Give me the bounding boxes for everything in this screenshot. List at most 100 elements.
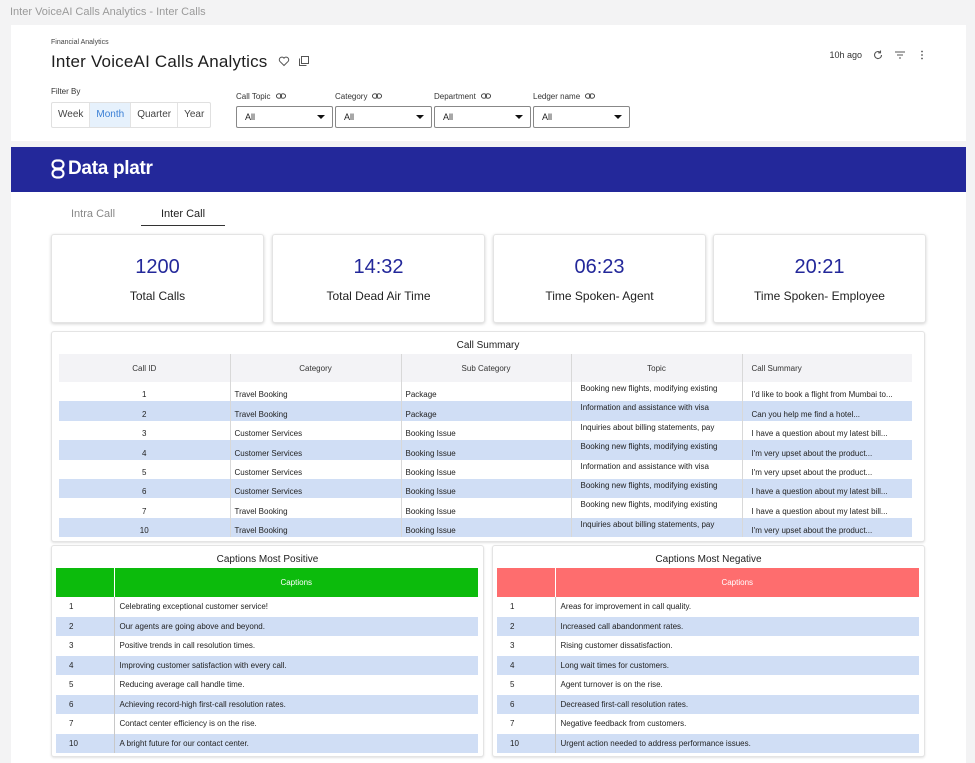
caption-row[interactable]: 5 Agent turnover is on the rise. xyxy=(497,675,919,695)
caption-rank: 6 xyxy=(497,694,555,714)
ledger-name-dropdown[interactable]: All xyxy=(533,106,630,128)
period-week[interactable]: Week xyxy=(52,103,91,127)
table-row[interactable]: 2 Travel Booking Package Information and as… xyxy=(59,401,912,421)
dashboard-header: Financial Analytics Inter VoiceAI Calls … xyxy=(11,25,966,141)
heart-icon[interactable] xyxy=(278,55,290,67)
period-year[interactable]: Year xyxy=(178,103,210,127)
filter-icon[interactable] xyxy=(894,49,906,61)
column-header[interactable]: Call ID xyxy=(59,354,231,382)
caption-row[interactable]: 2 Increased call abandonment rates. xyxy=(497,616,919,636)
kpi-card: 1200 Total Calls xyxy=(51,234,264,323)
caption-rank: 3 xyxy=(69,641,74,651)
table-cell: I'm very upset about the product... xyxy=(742,440,912,460)
caption-row[interactable]: 1 Areas for improvement in call quality. xyxy=(497,597,919,617)
caption-rank: 5 xyxy=(69,680,74,690)
table-cell: Travel Booking xyxy=(230,517,402,538)
caption-row[interactable]: 7 Contact center efficiency is on the ris… xyxy=(56,714,478,734)
table-cell: 2 xyxy=(59,401,231,421)
caption-text: Reducing average call handle time. xyxy=(113,675,478,695)
caption-row[interactable]: 10 A bright future for our contact center… xyxy=(56,733,478,753)
column-header[interactable]: Topic xyxy=(571,354,743,382)
table-row[interactable]: 6 Customer Services Booking Issue Booking n… xyxy=(59,478,912,499)
column-header[interactable]: Captions xyxy=(554,568,919,597)
table-row[interactable]: 5 Customer Services Booking Issue Informati… xyxy=(59,459,912,479)
table-cell: I'm very upset about the product... xyxy=(751,467,873,477)
caption-rank: 1 xyxy=(69,602,74,612)
more-options-icon[interactable] xyxy=(916,49,928,61)
column-header[interactable]: Captions xyxy=(113,568,478,597)
link-icon[interactable] xyxy=(585,93,596,99)
table-cell: 4 xyxy=(59,440,231,460)
column-header[interactable]: Sub Category xyxy=(401,354,572,382)
caption-row[interactable]: 4 Long wait times for customers. xyxy=(497,655,919,675)
department-label: Department xyxy=(434,91,476,101)
category-dropdown[interactable]: All xyxy=(335,106,432,128)
table-row[interactable]: 4 Customer Services Booking Issue Booking n… xyxy=(59,440,912,460)
table-cell: Package xyxy=(401,382,572,402)
caption-text: Negative feedback from customers. xyxy=(554,714,919,734)
link-icon[interactable] xyxy=(275,93,286,99)
department-dropdown[interactable]: All xyxy=(434,106,531,128)
kpi-value: 14:32 xyxy=(353,256,404,278)
table-cell: Booking Issue xyxy=(401,498,572,518)
table-cell: Can you help me find a hotel... xyxy=(742,401,912,421)
table-cell: Information and assistance with visa xyxy=(571,401,743,421)
table-cell: I'd like to book a flight from Mumbai to… xyxy=(751,390,893,400)
caption-row[interactable]: 6 Achieving record-high first-call resolu… xyxy=(56,694,478,714)
positive-captions-panel: Captions Most Positive Captions 1 Celebra… xyxy=(51,545,484,757)
caption-text: Contact center efficiency is on the rise… xyxy=(113,714,478,734)
caret-down-icon xyxy=(614,115,622,119)
column-header[interactable]: Category xyxy=(230,354,402,382)
period-month[interactable]: Month xyxy=(90,103,132,127)
period-quarter[interactable]: Quarter xyxy=(131,103,179,127)
category-label: Category xyxy=(335,91,368,101)
table-row[interactable]: 10 Travel Booking Booking Issue Inquiries a… xyxy=(59,517,912,538)
caption-row[interactable]: 3 Rising customer dissatisfaction. xyxy=(497,636,919,656)
refresh-icon[interactable] xyxy=(872,49,884,61)
caption-row[interactable]: 4 Improving customer satisfaction with ev… xyxy=(56,655,478,675)
table-row[interactable]: 1 Travel Booking Package Booking new flight… xyxy=(59,382,912,402)
link-icon[interactable] xyxy=(480,93,491,99)
caption-rank: 7 xyxy=(510,719,515,729)
call-topic-dropdown[interactable]: All xyxy=(236,106,333,128)
table-cell: Customer Services xyxy=(230,420,402,441)
caption-text: A bright future for our contact center. xyxy=(113,733,478,753)
caption-row[interactable]: 2 Our agents are going above and beyond. xyxy=(56,616,478,636)
call-summary-title: Call Summary xyxy=(456,340,520,351)
department-value: All xyxy=(443,112,454,122)
caption-row[interactable]: 6 Decreased first-call resolution rates. xyxy=(497,694,919,714)
ledger-name-value: All xyxy=(542,112,553,122)
caption-row[interactable]: 7 Negative feedback from customers. xyxy=(497,714,919,734)
table-row[interactable]: 3 Customer Services Booking Issue Inquiries… xyxy=(59,420,912,441)
table-cell: I have a question about my latest bill..… xyxy=(751,506,888,516)
main-content: Intra Call Inter Call 1200 Total Calls 1… xyxy=(11,192,966,763)
caption-rank: 2 xyxy=(497,616,555,636)
tab-inter-call[interactable]: Inter Call xyxy=(141,208,226,226)
caption-text: Increased call abandonment rates. xyxy=(554,616,919,636)
tab-intra-call[interactable]: Intra Call xyxy=(71,208,115,220)
caption-rank: 1 xyxy=(510,602,515,612)
caption-rank: 4 xyxy=(497,655,555,675)
breadcrumb[interactable]: Financial Analytics xyxy=(51,39,109,46)
kpi-card: 20:21 Time Spoken- Employee xyxy=(713,234,926,323)
caption-rank: 2 xyxy=(56,616,114,636)
table-cell: 6 xyxy=(59,478,231,499)
copy-icon[interactable] xyxy=(298,55,310,67)
table-row[interactable]: 7 Travel Booking Booking Issue Booking new … xyxy=(59,498,912,518)
table-cell: Information and assistance with visa xyxy=(571,459,743,479)
table-cell: I'm very upset about the product... xyxy=(742,517,912,538)
column-header[interactable]: Call Summary xyxy=(742,354,912,382)
ledger-name-label: Ledger name xyxy=(533,91,581,101)
caption-row[interactable]: 5 Reducing average call handle time. xyxy=(56,675,478,695)
caption-text: Areas for improvement in call quality. xyxy=(554,597,919,617)
table-cell: Customer Services xyxy=(230,459,402,479)
caption-text: Our agents are going above and beyond. xyxy=(113,616,478,636)
caption-row[interactable]: 3 Positive trends in call resolution time… xyxy=(56,636,478,656)
caption-row[interactable]: 10 Urgent action needed to address perfor… xyxy=(497,733,919,753)
table-cell: I have a question about my latest bill..… xyxy=(742,478,912,499)
caption-row[interactable]: 1 Celebrating exceptional customer servic… xyxy=(56,597,478,617)
caption-rank: 10 xyxy=(56,733,114,753)
link-icon[interactable] xyxy=(372,93,383,99)
call-summary-table: Call ID Category Sub Category Topic Call… xyxy=(59,354,912,538)
header-tools: 10h ago xyxy=(829,49,928,61)
